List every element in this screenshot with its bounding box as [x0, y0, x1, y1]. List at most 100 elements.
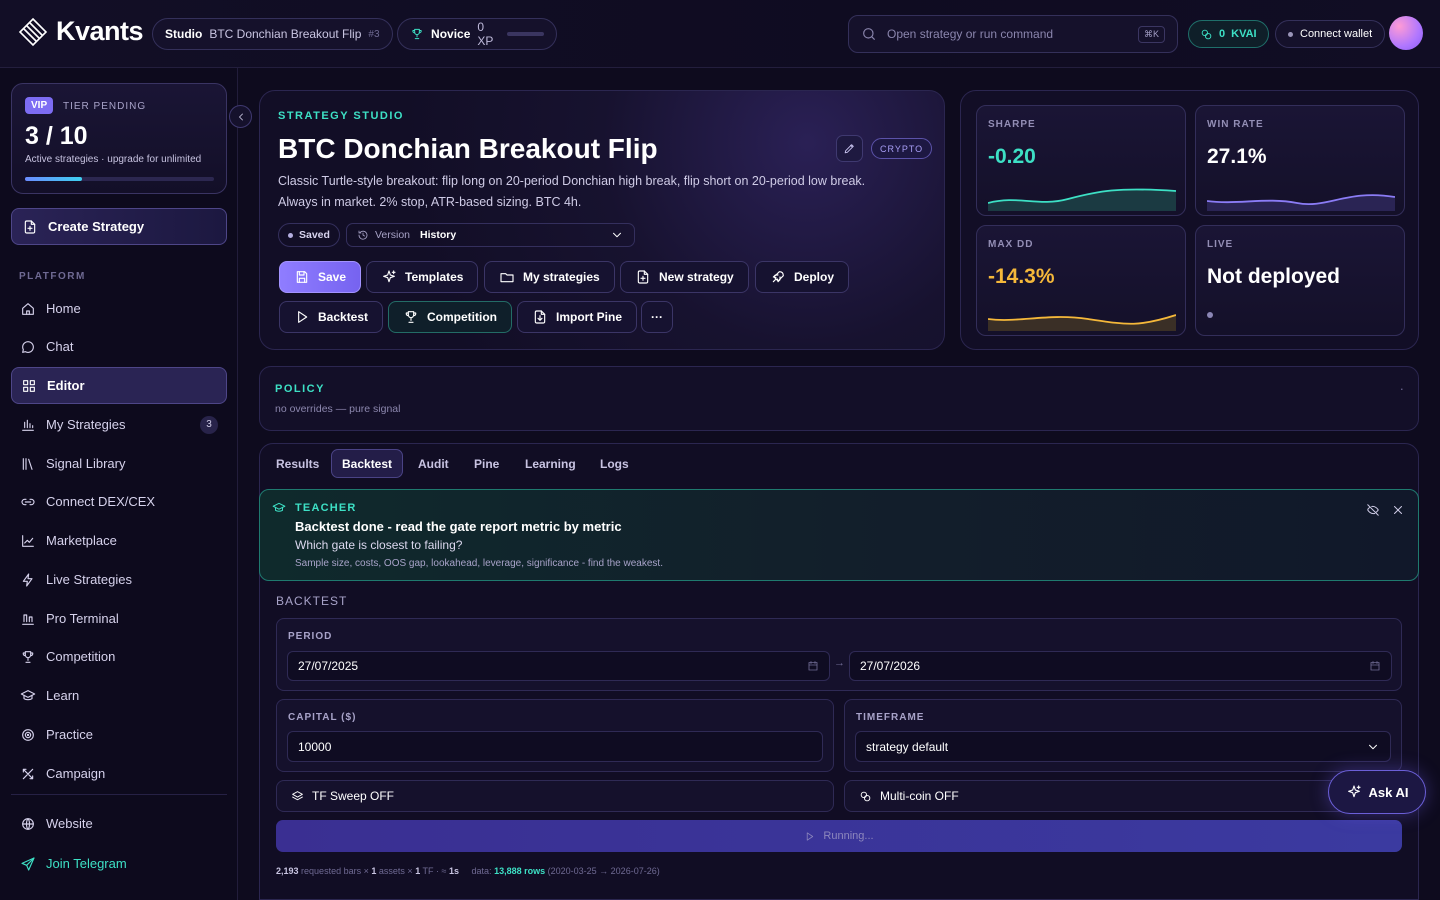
- policy-panel[interactable]: POLICY no overrides — pure signal ·: [259, 366, 1419, 431]
- strategy-count: 3 / 10: [25, 122, 88, 150]
- version-value: History: [420, 229, 457, 241]
- chevron-down-icon: [613, 232, 621, 238]
- library-icon: [22, 457, 33, 470]
- tab-pine[interactable]: Pine: [464, 449, 509, 478]
- sidebar-item-competition[interactable]: Competition: [11, 638, 227, 675]
- ask-ai-label: Ask AI: [1368, 784, 1409, 800]
- sidebar-item-campaign[interactable]: Campaign: [11, 755, 227, 792]
- tf-count: 1: [415, 866, 421, 876]
- backtest-button[interactable]: Backtest: [279, 301, 384, 333]
- sidebar-item-learn[interactable]: Learn: [11, 677, 227, 714]
- sidebar-item-my-strategies[interactable]: My Strategies 3: [11, 406, 227, 443]
- tier-status: TIER PENDING: [63, 101, 147, 112]
- stat-value: -0.20: [988, 145, 1036, 168]
- save-label: Save: [318, 270, 347, 284]
- close-icon[interactable]: [1391, 503, 1405, 517]
- strategy-header-card: STRATEGY STUDIO BTC Donchian Breakout Fl…: [259, 90, 945, 350]
- version-select[interactable]: Version History: [346, 223, 635, 247]
- chat-icon: [22, 340, 34, 353]
- multi-coin-toggle[interactable]: Multi-coin OFF: [844, 780, 1402, 812]
- sidebar-item-label: Chat: [46, 339, 74, 354]
- vip-badge: VIP: [25, 97, 54, 114]
- sidebar-item-label: Signal Library: [46, 456, 126, 471]
- new-strategy-button[interactable]: New strategy: [620, 261, 749, 293]
- chevron-left-icon: [238, 113, 243, 120]
- avatar[interactable]: [1389, 16, 1423, 50]
- sidebar-item-marketplace[interactable]: Marketplace: [11, 522, 227, 559]
- strategy-description: Classic Turtle-style breakout: flip long…: [278, 174, 866, 209]
- play-icon: [807, 831, 814, 841]
- stats-card: SHARPE -0.20 WIN RATE 27.1% MAX DD -14.3…: [960, 90, 1419, 350]
- home-icon: [22, 302, 34, 315]
- sidebar-item-home[interactable]: Home: [11, 290, 227, 327]
- tab-results[interactable]: Results: [266, 449, 329, 478]
- sidebar-item-editor[interactable]: Editor: [11, 367, 227, 404]
- ask-ai-button[interactable]: Ask AI: [1328, 770, 1426, 814]
- import-pine-button[interactable]: Import Pine: [517, 301, 638, 333]
- sidebar-item-chat[interactable]: Chat: [11, 328, 227, 365]
- breadcrumb-section: Studio: [165, 27, 203, 41]
- more-icon: ···: [651, 310, 663, 324]
- collapse-sidebar-button[interactable]: [229, 105, 252, 128]
- edit-title-button[interactable]: [836, 135, 863, 162]
- xp-level[interactable]: Novice 0 XP: [397, 18, 557, 50]
- stat-live: LIVE Not deployed: [1195, 225, 1405, 336]
- sidebar-item-live-strategies[interactable]: Live Strategies: [11, 561, 227, 598]
- run-backtest-button[interactable]: Running...: [276, 820, 1402, 852]
- sidebar-item-telegram[interactable]: Join Telegram: [11, 845, 227, 882]
- tf-sweep-toggle[interactable]: TF Sweep OFF: [276, 780, 834, 812]
- timeframe-select[interactable]: strategy default: [855, 731, 1391, 762]
- tab-backtest[interactable]: Backtest: [331, 449, 404, 478]
- data-range: (2020-03-25 → 2026-07-26): [547, 866, 660, 876]
- graduation-icon: [272, 502, 286, 512]
- my-strategies-button[interactable]: My strategies: [484, 261, 615, 293]
- wallet-status-dot: [1288, 31, 1293, 37]
- search-shortcut: ⌘K: [1137, 25, 1165, 43]
- calendar-icon: [1370, 661, 1380, 671]
- sidebar-item-signal-library[interactable]: Signal Library: [11, 445, 227, 482]
- search-input[interactable]: Open strategy or run command: [887, 27, 1053, 41]
- start-date-input[interactable]: 27/07/2025: [287, 651, 830, 681]
- more-actions-button[interactable]: ···: [641, 301, 673, 333]
- kvai-balance[interactable]: 0 KVAI: [1188, 20, 1269, 48]
- brand-logo[interactable]: Kvants: [18, 16, 144, 47]
- sidebar-item-pro-terminal[interactable]: Pro Terminal: [11, 600, 227, 637]
- search-icon: [863, 28, 875, 40]
- page-title: BTC Donchian Breakout Flip: [278, 133, 658, 164]
- tab-logs[interactable]: Logs: [590, 449, 639, 478]
- saved-label: Saved: [299, 229, 330, 241]
- requested-bars: 2,193: [276, 866, 299, 876]
- asset-count: 1: [371, 866, 377, 876]
- save-button[interactable]: Save: [279, 261, 362, 293]
- teacher-label: TEACHER: [295, 502, 357, 514]
- target-icon: [22, 728, 34, 741]
- layers-icon: [292, 790, 303, 800]
- capital-input[interactable]: 10000: [287, 731, 823, 762]
- end-date-input[interactable]: 27/07/2026: [849, 651, 1392, 681]
- period-label: PERIOD: [288, 631, 333, 642]
- breadcrumb-strategy: BTC Donchian Breakout Flip: [209, 27, 362, 41]
- competition-button[interactable]: Competition: [388, 301, 512, 333]
- search-bar[interactable]: Open strategy or run command ⌘K: [848, 15, 1178, 53]
- file-import-icon: [534, 310, 546, 324]
- deploy-button[interactable]: Deploy: [755, 261, 850, 293]
- play-icon: [298, 311, 308, 323]
- templates-button[interactable]: Templates: [366, 261, 479, 293]
- connect-wallet-button[interactable]: Connect wallet: [1275, 20, 1386, 48]
- timeframe-value: strategy default: [866, 739, 949, 754]
- sidebar-item-connect-dex[interactable]: Connect DEX/CEX: [11, 483, 227, 520]
- create-strategy-button[interactable]: Create Strategy: [11, 208, 227, 245]
- sidebar-item-practice[interactable]: Practice: [11, 716, 227, 753]
- live-status-dot: [1207, 312, 1213, 318]
- sidebar-item-website[interactable]: Website: [11, 805, 227, 842]
- chevron-down-icon: [1369, 744, 1377, 749]
- run-status: Running...: [823, 830, 874, 842]
- sidebar-item-label: Website: [46, 816, 93, 831]
- tab-audit[interactable]: Audit: [408, 449, 459, 478]
- breadcrumb[interactable]: Studio BTC Donchian Breakout Flip #3: [152, 18, 393, 50]
- tab-learning[interactable]: Learning: [515, 449, 586, 478]
- date-range-arrow: →: [834, 657, 845, 669]
- backtest-section-label: BACKTEST: [276, 594, 348, 608]
- history-icon: [358, 230, 368, 240]
- eye-off-icon[interactable]: [1366, 503, 1380, 517]
